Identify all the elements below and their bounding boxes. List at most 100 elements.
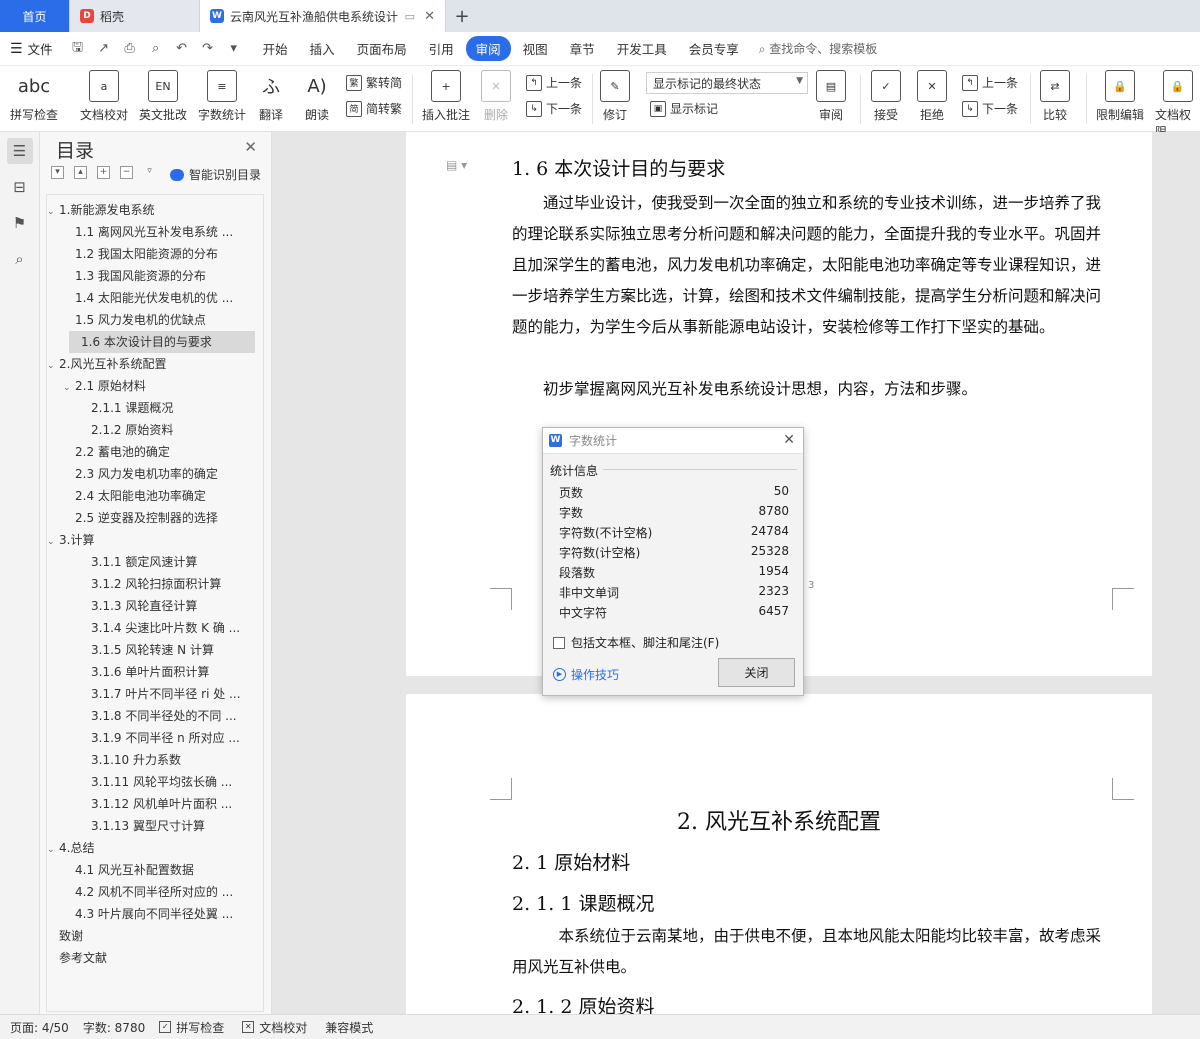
toc-item[interactable]: 3.1.13 翼型尺寸计算 <box>47 815 261 837</box>
menu-tab-developer[interactable]: 开发工具 <box>607 36 677 61</box>
toc-item[interactable]: 3.1.6 单叶片面积计算 <box>47 661 261 683</box>
menu-tab-member[interactable]: 会员专享 <box>679 36 749 61</box>
tab-daoke[interactable]: D 稻壳 <box>70 0 200 32</box>
toc-panel-icon[interactable]: ☰ <box>6 138 33 164</box>
save-icon[interactable]: 🖫 <box>69 38 87 60</box>
toc-item[interactable]: 3.1.4 尖速比叶片数 K 确 ... <box>47 617 261 639</box>
toc-item[interactable]: ⌄ 1.新能源发电系统 <box>47 199 261 221</box>
chevron-down-icon[interactable]: ⌄ <box>47 355 59 375</box>
paragraph-marker-icon[interactable]: ▤ ▾ <box>446 158 467 172</box>
toc-item[interactable]: 参考文献 <box>47 947 261 969</box>
menu-tab-view[interactable]: 视图 <box>513 36 558 61</box>
toc-item[interactable]: 3.1.7 叶片不同半径 ri 处 ... <box>47 683 261 705</box>
toc-item[interactable]: 2.5 逆变器及控制器的选择 <box>47 507 261 529</box>
toc-item[interactable]: ⌄ 2.风光互补系统配置 <box>47 353 261 375</box>
menu-tab-layout[interactable]: 页面布局 <box>347 36 417 61</box>
print-icon[interactable]: ⎙ <box>121 41 139 56</box>
toc-item[interactable]: 3.1.5 风轮转速 N 计算 <box>47 639 261 661</box>
toc-item[interactable]: 1.5 风力发电机的优缺点 <box>47 309 261 331</box>
tab-home[interactable]: 首页 <box>0 0 70 32</box>
redo-icon[interactable]: ↷ <box>199 41 217 56</box>
toc-item[interactable]: ⌄ 3.计算 <box>47 529 261 551</box>
add-level-icon[interactable]: + <box>97 166 110 179</box>
proof-status[interactable]: ✕ 文档校对 <box>242 1019 307 1036</box>
dialog-close-icon[interactable]: ✕ <box>783 432 795 448</box>
toc-item[interactable]: 4.1 风光互补配置数据 <box>47 859 261 881</box>
toc-item[interactable]: 3.1.2 风轮扫掠面积计算 <box>47 573 261 595</box>
show-markup-button[interactable]: ▣ 显示标记 <box>650 100 718 117</box>
toc-more-icon[interactable]: ▿ <box>143 166 156 179</box>
menu-tab-references[interactable]: 引用 <box>419 36 464 61</box>
expand-icon[interactable]: ▴ <box>74 166 87 179</box>
spell-check-button[interactable]: abc 拼写检查 <box>10 70 58 123</box>
close-tab-icon[interactable]: ✕ <box>424 9 435 24</box>
word-count-indicator[interactable]: 字数: 8780 <box>83 1019 145 1036</box>
toc-item[interactable]: 4.2 风机不同半径所对应的 ... <box>47 881 261 903</box>
toc-item[interactable]: 3.1.8 不同半径处的不同 ... <box>47 705 261 727</box>
next-change-button[interactable]: ↳ 下一条 <box>962 100 1018 117</box>
simp-to-trad-button[interactable]: 简 简转繁 <box>346 100 402 117</box>
toc-item[interactable]: 3.1.9 不同半径 n 所对应 ... <box>47 727 261 749</box>
toc-item[interactable]: 2.2 蓄电池的确定 <box>47 441 261 463</box>
insert-comment-button[interactable]: + 插入批注 <box>422 70 470 123</box>
menu-tab-section[interactable]: 章节 <box>560 36 605 61</box>
toc-item[interactable]: ⌄ 2.1 原始材料 <box>47 375 261 397</box>
toc-item[interactable]: 1.2 我国太阳能资源的分布 <box>47 243 261 265</box>
prev-change-button[interactable]: ↰ 上一条 <box>962 74 1018 91</box>
toc-item[interactable]: 1.6 本次设计目的与要求 <box>69 331 255 353</box>
command-search[interactable]: ⌕ 查找命令、搜索模板 <box>759 40 878 57</box>
spell-check-status[interactable]: ✓ 拼写检查 <box>159 1019 224 1036</box>
chevron-down-icon[interactable]: ⌄ <box>63 377 75 397</box>
print-preview-icon[interactable]: ⌕ <box>147 41 165 56</box>
toc-item[interactable]: 3.1.10 升力系数 <box>47 749 261 771</box>
chapter-nav-icon[interactable]: ⊟ <box>7 174 33 200</box>
prev-comment-button[interactable]: ↰ 上一条 <box>526 74 582 91</box>
toc-item[interactable]: 1.1 离网风光互补发电系统 ... <box>47 221 261 243</box>
toc-item[interactable]: 4.3 叶片展向不同半径处翼 ... <box>47 903 261 925</box>
close-button[interactable]: 关闭 <box>718 658 795 687</box>
chevron-down-icon[interactable]: ⌄ <box>47 201 59 221</box>
markup-state-select[interactable]: 显示标记的最终状态 ▼ <box>646 72 808 94</box>
close-icon[interactable]: ✕ <box>244 138 257 156</box>
undo-icon[interactable]: ↶ <box>173 41 191 56</box>
dialog-title-bar[interactable]: W 字数统计 ✕ <box>543 428 803 454</box>
toc-item[interactable]: 2.3 风力发电机功率的确定 <box>47 463 261 485</box>
review-pane-button[interactable]: ▤ 审阅 <box>816 70 846 123</box>
share-icon[interactable]: ↗ <box>95 41 113 56</box>
smart-toc-button[interactable]: 智能识别目录 <box>169 166 261 183</box>
menu-tab-insert[interactable]: 插入 <box>300 36 345 61</box>
chevron-down-icon[interactable]: ⌄ <box>47 839 59 859</box>
toc-item[interactable]: 3.1.1 额定风速计算 <box>47 551 261 573</box>
tab-document[interactable]: W 云南风光互补渔船供电系统设计 ▭ ✕ <box>200 0 446 32</box>
file-menu[interactable]: ☰ 文件 <box>0 39 63 58</box>
toc-item[interactable]: 2.1.1 课题概况 <box>47 397 261 419</box>
accept-button[interactable]: ✓ 接受 <box>871 70 901 123</box>
toc-item[interactable]: 2.4 太阳能电池功率确定 <box>47 485 261 507</box>
remove-level-icon[interactable]: − <box>120 166 133 179</box>
read-aloud-button[interactable]: A) 朗读 <box>302 70 332 123</box>
toc-item[interactable]: 3.1.11 风轮平均弦长确 ... <box>47 771 261 793</box>
toc-item[interactable]: 3.1.3 风轮直径计算 <box>47 595 261 617</box>
bookmark-icon[interactable]: ⚑ <box>7 210 33 236</box>
toc-item[interactable]: 1.3 我国风能资源的分布 <box>47 265 261 287</box>
track-changes-button[interactable]: ✎ 修订 <box>600 70 630 123</box>
toc-item[interactable]: 3.1.12 风机单叶片面积 ... <box>47 793 261 815</box>
include-textbox-checkbox[interactable]: 包括文本框、脚注和尾注(F) <box>553 634 719 651</box>
toc-item[interactable]: ⌄ 4.总结 <box>47 837 261 859</box>
menu-tab-home[interactable]: 开始 <box>253 36 298 61</box>
new-tab-button[interactable]: + <box>446 0 478 32</box>
tips-link[interactable]: ▶ 操作技巧 <box>553 666 619 683</box>
trad-to-simp-button[interactable]: 繁 繁转简 <box>346 74 402 91</box>
next-comment-button[interactable]: ↳ 下一条 <box>526 100 582 117</box>
toc-item[interactable]: 致谢 <box>47 925 261 947</box>
reject-button[interactable]: ✕ 拒绝 <box>917 70 947 123</box>
doc-permission-button[interactable]: 🔒 文档权限 <box>1155 70 1200 140</box>
delete-comment-button[interactable]: ✕ 删除 <box>481 70 511 123</box>
toc-item[interactable]: 1.4 太阳能光伏发电机的优 ... <box>47 287 261 309</box>
chevron-down-icon[interactable]: ⌄ <box>47 531 59 551</box>
page-indicator[interactable]: 页面: 4/50 <box>10 1019 69 1036</box>
restrict-edit-button[interactable]: 🔒 限制编辑 <box>1096 70 1144 123</box>
word-count-button[interactable]: ≡ 字数统计 <box>198 70 246 123</box>
en-review-button[interactable]: EN 英文批改 <box>139 70 187 123</box>
toc-item[interactable]: 2.1.2 原始资料 <box>47 419 261 441</box>
